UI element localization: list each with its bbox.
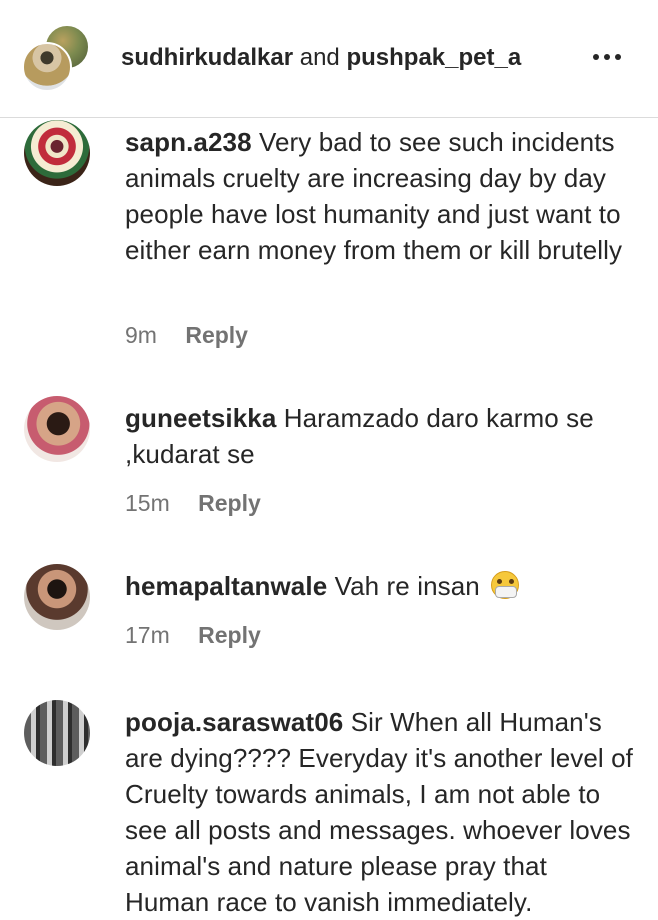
comment-text: pooja.saraswat06 Sir When all Human's ar… [125,704,635,920]
avatar[interactable] [24,120,90,186]
reply-button[interactable]: Reply [198,622,261,648]
reply-button[interactable]: Reply [198,490,261,516]
reply-button[interactable]: Reply [185,322,248,348]
header-username-1[interactable]: sudhirkudalkar [121,44,293,71]
comment-meta: 15m Reply [125,490,261,517]
avatar[interactable] [24,564,90,630]
header-username-2[interactable]: pushpak_pet_a [346,44,521,71]
comment-body: Sir When all Human's are dying???? Every… [125,707,633,917]
comment-username[interactable]: pooja.saraswat06 [125,707,343,737]
header-connector: and [299,44,340,71]
comment-time: 15m [125,490,170,516]
comment-time: 17m [125,622,170,648]
avatar[interactable] [24,396,90,462]
comment-text: hemapaltanwale Vah re insan [125,568,635,604]
comment-text: sapn.a238 Very bad to see such incidents… [125,124,635,268]
face-with-mask-emoji-icon [491,571,520,599]
comment-body: Vah re insan [334,571,480,601]
avatar [22,42,72,92]
comment-text: guneetsikka Haramzado daro karmo se ,kud… [125,400,635,472]
comment-username[interactable]: hemapaltanwale [125,571,327,601]
comment-username[interactable]: sapn.a238 [125,127,252,157]
avatar[interactable] [24,700,90,766]
comment-meta: 9m Reply [125,322,248,349]
post-header: sudhirkudalkar and pushpak_pet_a [0,0,658,118]
comment-username[interactable]: guneetsikka [125,403,276,433]
comment-time: 9m [125,322,157,348]
comment-meta: 17m Reply [125,622,261,649]
more-options-icon[interactable] [582,42,632,72]
header-avatar-stack[interactable] [22,24,92,94]
header-title: sudhirkudalkar and pushpak_pet_a [121,44,521,72]
